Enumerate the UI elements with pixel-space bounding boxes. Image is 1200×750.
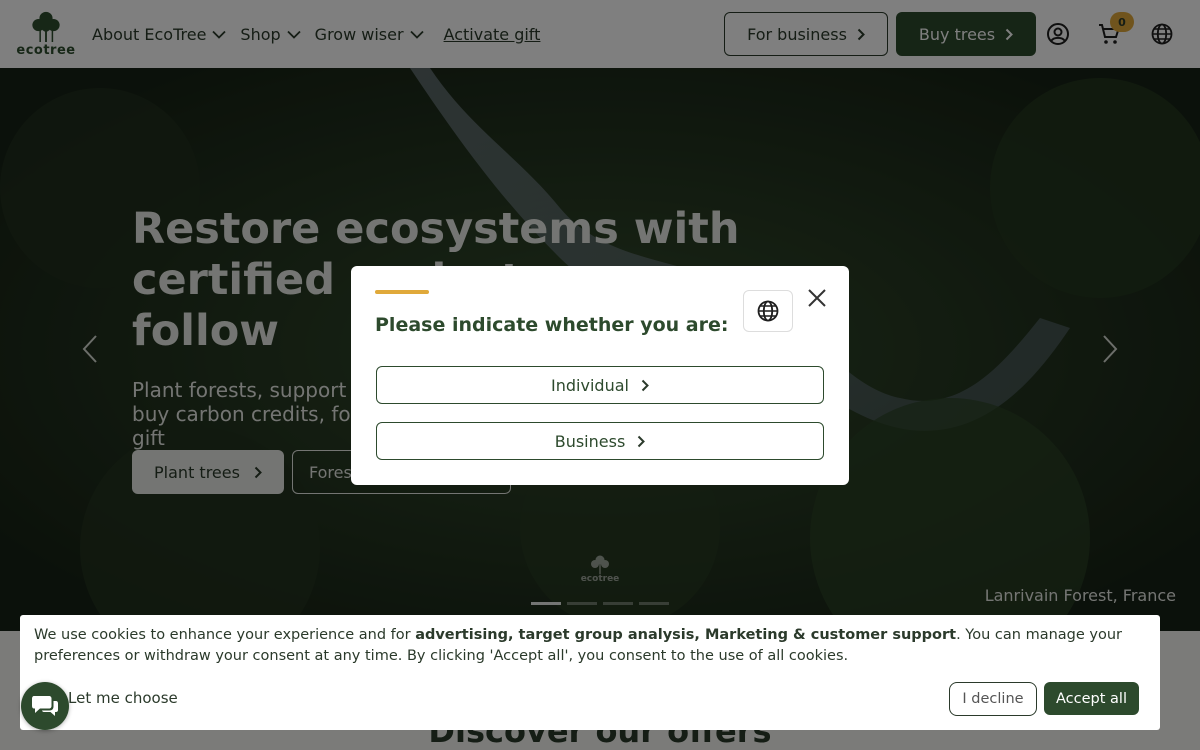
language-globe-button[interactable] (743, 290, 793, 332)
individual-option-label: Individual (551, 375, 629, 395)
globe-icon (757, 300, 779, 322)
modal-accent-bar (375, 290, 429, 294)
visitor-type-modal: Please indicate whether you are: Individ… (351, 266, 849, 485)
decline-cookies-button[interactable]: I decline (949, 682, 1037, 716)
let-me-choose-link[interactable]: Let me choose (68, 689, 178, 707)
chevron-right-icon (641, 379, 649, 391)
close-icon[interactable] (805, 286, 829, 310)
cookie-text-bold: advertising, target group analysis, Mark… (415, 627, 957, 643)
modal-title: Please indicate whether you are: (375, 314, 729, 336)
cookie-message: We use cookies to enhance your experienc… (34, 625, 1134, 667)
cookie-text-before: We use cookies to enhance your experienc… (34, 627, 416, 643)
business-option-label: Business (554, 431, 626, 451)
accept-all-cookies-button[interactable]: Accept all (1044, 682, 1139, 715)
chat-widget-button[interactable] (21, 682, 69, 730)
individual-option-button[interactable]: Individual (376, 366, 824, 404)
cookie-consent-bar: We use cookies to enhance your experienc… (20, 615, 1160, 730)
chat-bubble-icon (32, 696, 58, 716)
business-option-button[interactable]: Business (376, 422, 824, 460)
chevron-right-icon (638, 435, 646, 447)
